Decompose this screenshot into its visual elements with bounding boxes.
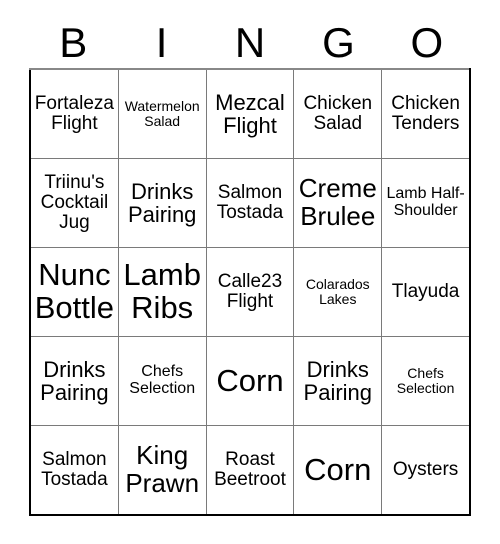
bingo-cell-label: Chicken Salad <box>303 92 373 134</box>
bingo-cell-label: Corn <box>304 451 372 487</box>
bingo-row: Drinks Pairing Chefs Selection Corn Drin… <box>29 336 471 426</box>
bingo-cell[interactable]: Chefs Selection <box>117 336 207 426</box>
bingo-cell-label: Lamb Half-Shoulder <box>386 185 465 219</box>
bingo-cell[interactable]: Salmon Tostada <box>29 425 119 516</box>
bingo-cell[interactable]: Chicken Salad <box>293 68 383 159</box>
bingo-cell-label: Oysters <box>392 458 459 480</box>
bingo-cell[interactable]: Nunc Bottle <box>29 247 119 337</box>
bingo-cell[interactable]: Calle23 Flight <box>205 247 295 337</box>
bingo-cell[interactable]: Oysters <box>381 425 471 516</box>
bingo-cell[interactable]: Corn <box>293 425 383 516</box>
bingo-cell-label: Drinks Pairing <box>40 356 109 405</box>
bingo-cell-label: Salmon Tostada <box>41 448 108 490</box>
bingo-cell-label: Watermelon Salad <box>124 98 200 129</box>
bingo-cell[interactable]: Watermelon Salad <box>117 68 207 159</box>
bingo-cell[interactable]: Chefs Selection <box>381 336 471 426</box>
bingo-row: Triinu's Cocktail Jug Drinks Pairing Sal… <box>29 158 471 248</box>
bingo-cell-label: Nunc Bottle <box>34 257 115 325</box>
bingo-row: Nunc Bottle Lamb Ribs Calle23 Flight Col… <box>29 247 471 337</box>
bingo-cell[interactable]: Drinks Pairing <box>29 336 119 426</box>
bingo-cell-label: Chefs Selection <box>129 363 196 397</box>
bingo-cell[interactable]: Tlayuda <box>381 247 471 337</box>
bingo-cell[interactable]: Triinu's Cocktail Jug <box>29 158 119 248</box>
bingo-cell-label: Calle23 Flight <box>217 270 283 312</box>
bingo-row: Salmon Tostada King Prawn Roast Beetroot… <box>29 425 471 516</box>
bingo-cell-label: Creme Brulee <box>298 173 377 231</box>
bingo-header: B I N G O <box>29 18 471 68</box>
bingo-cell[interactable]: Colarados Lakes <box>293 247 383 337</box>
bingo-cell-label: Roast Beetroot <box>214 448 286 490</box>
bingo-cell-label: Drinks Pairing <box>303 356 373 405</box>
header-letter-b: B <box>59 19 88 66</box>
bingo-cell-label: Corn <box>216 362 284 398</box>
bingo-cell-label: Chefs Selection <box>396 365 455 396</box>
bingo-cell[interactable]: Corn <box>205 336 295 426</box>
bingo-cell-label: King Prawn <box>125 440 200 498</box>
bingo-cell-label: Colarados Lakes <box>305 276 370 307</box>
bingo-cell-label: Tlayuda <box>391 280 460 302</box>
bingo-cell-label: Drinks Pairing <box>127 178 197 227</box>
bingo-cell[interactable]: King Prawn <box>117 425 207 516</box>
bingo-cell[interactable]: Mezcal Flight <box>205 68 295 159</box>
header-letter-g: G <box>322 19 355 66</box>
bingo-cell[interactable]: Creme Brulee <box>293 158 383 248</box>
bingo-cell[interactable]: Chicken Tenders <box>381 68 471 159</box>
bingo-card: B I N G O Fortaleza Flight Watermelon Sa… <box>29 18 471 516</box>
bingo-cell[interactable]: Lamb Half-Shoulder <box>381 158 471 248</box>
bingo-cell[interactable]: Roast Beetroot <box>205 425 295 516</box>
bingo-cell[interactable]: Fortaleza Flight <box>29 68 119 159</box>
header-letter-i: I <box>155 19 168 66</box>
bingo-cell-label: Fortaleza Flight <box>34 92 114 134</box>
bingo-cell[interactable]: Salmon Tostada <box>205 158 295 248</box>
bingo-cell-label: Triinu's Cocktail Jug <box>40 171 109 234</box>
header-letter-o: O <box>410 19 444 66</box>
bingo-cell[interactable]: Drinks Pairing <box>293 336 383 426</box>
bingo-row: Fortaleza Flight Watermelon Salad Mezcal… <box>29 68 471 159</box>
bingo-grid: Fortaleza Flight Watermelon Salad Mezcal… <box>29 68 471 516</box>
bingo-cell-label: Chicken Tenders <box>391 92 460 134</box>
bingo-cell-label: Salmon Tostada <box>216 181 284 223</box>
bingo-cell[interactable]: Drinks Pairing <box>117 158 207 248</box>
bingo-cell-label: Mezcal Flight <box>215 89 285 138</box>
bingo-cell[interactable]: Lamb Ribs <box>117 247 207 337</box>
header-letter-n: N <box>234 19 266 66</box>
bingo-cell-label: Lamb Ribs <box>123 257 201 325</box>
